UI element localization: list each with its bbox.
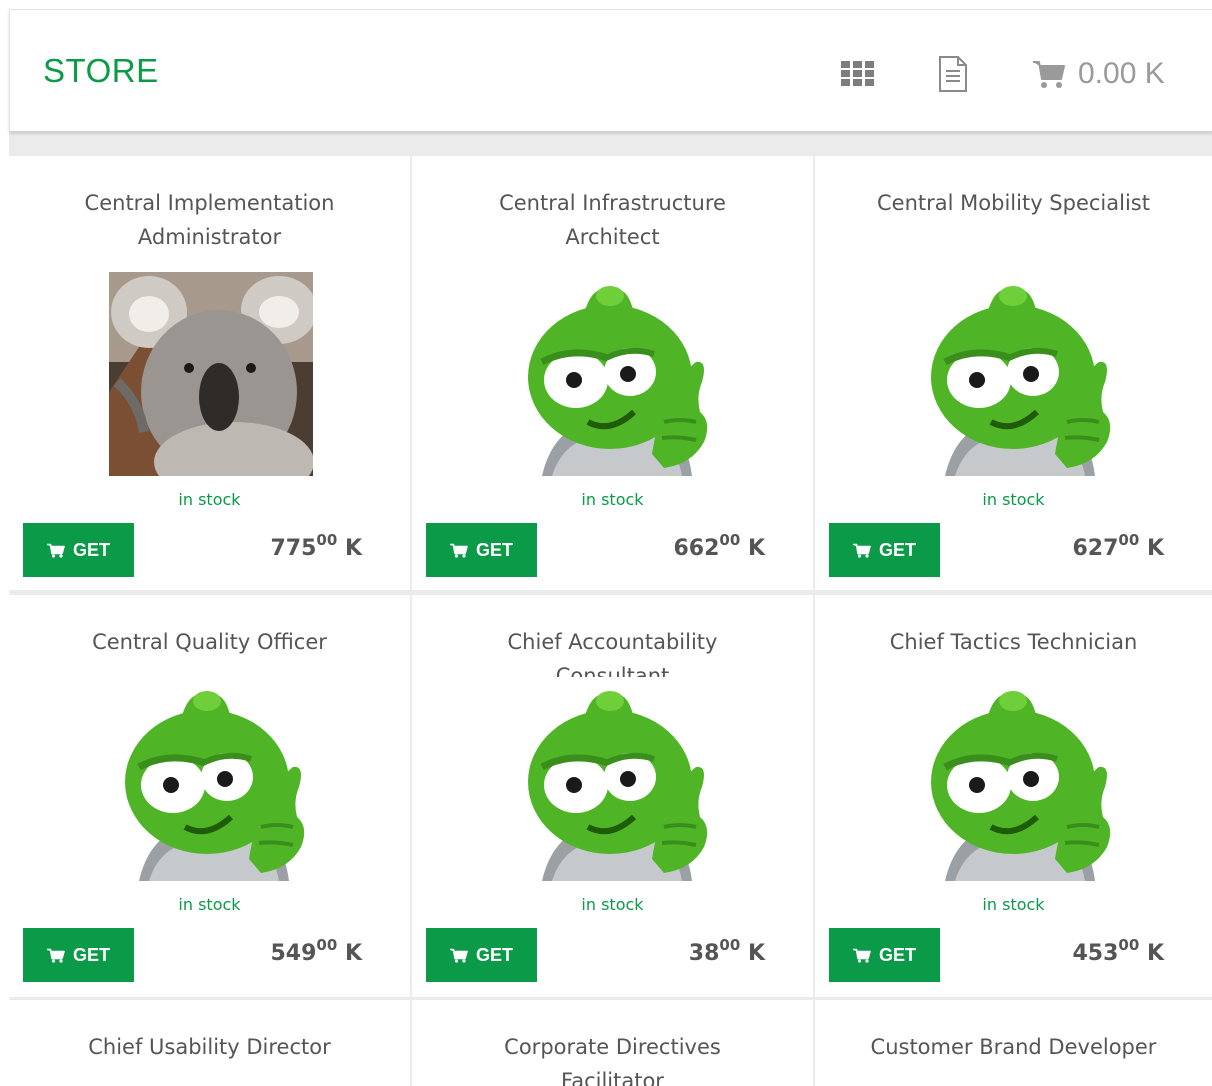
product-image-mascot[interactable]: [109, 677, 313, 881]
product-price: 45300 K: [1072, 936, 1164, 966]
price-cents: 00: [719, 531, 741, 549]
cart-total: 0.00 K: [1078, 57, 1165, 90]
get-button-label: GET: [72, 944, 110, 965]
get-button-label: GET: [475, 944, 513, 965]
get-button[interactable]: GET: [426, 523, 537, 577]
product-card[interactable]: Chief Usability Director: [9, 1000, 410, 1086]
product-image-mascot[interactable]: [512, 677, 716, 881]
product-price: 66200 K: [673, 531, 765, 561]
price-currency: K: [1146, 536, 1164, 561]
price-cents: 00: [1118, 936, 1140, 954]
get-button[interactable]: GET: [23, 928, 134, 982]
product-card[interactable]: Central Quality Officer in stock GET 54900…: [9, 595, 410, 997]
left-margin: [0, 0, 9, 1086]
page-title: STORE: [43, 52, 159, 89]
stock-status: in stock: [178, 895, 241, 914]
stock-status: in stock: [581, 895, 644, 914]
get-button-label: GET: [475, 539, 513, 560]
product-price: 3800 K: [689, 936, 765, 966]
price-main: 38: [688, 941, 720, 966]
stock-status: in stock: [982, 490, 1045, 509]
product-card[interactable]: Central Infrastructure Architect in stoc…: [412, 156, 813, 590]
product-title[interactable]: Customer Brand Developer: [815, 1030, 1212, 1064]
store-header: STORE 0.00 K: [9, 9, 1212, 131]
get-button[interactable]: GET: [829, 928, 940, 982]
store-page: STORE 0.00 K Central Implementation Admi…: [0, 0, 1212, 1086]
price-cents: 00: [316, 936, 338, 954]
product-card[interactable]: Central Mobility Specialist in stock GET 6…: [815, 156, 1212, 590]
get-button[interactable]: GET: [829, 523, 940, 577]
price-currency: K: [747, 941, 765, 966]
product-image-mascot[interactable]: [915, 272, 1119, 476]
document-icon[interactable]: [937, 56, 969, 92]
price-currency: K: [344, 941, 362, 966]
price-cents: 00: [1118, 531, 1140, 549]
product-image-mascot[interactable]: [512, 272, 716, 476]
product-image-mascot[interactable]: [915, 677, 1119, 881]
top-margin: [0, 0, 1212, 9]
price-main: 775: [270, 536, 317, 561]
product-title[interactable]: Central Quality Officer: [9, 625, 410, 659]
product-price: 62700 K: [1072, 531, 1164, 561]
product-price: 54900 K: [270, 936, 362, 966]
stock-status: in stock: [581, 490, 644, 509]
product-grid: Central Implementation Administrator in …: [9, 156, 1212, 1086]
product-image-koala[interactable]: [109, 272, 313, 476]
product-card[interactable]: Corporate Directives Facilitator: [412, 1000, 813, 1086]
product-title[interactable]: Central Infrastructure Architect: [412, 186, 813, 254]
price-currency: K: [344, 536, 362, 561]
price-main: 627: [1072, 536, 1119, 561]
get-button-label: GET: [72, 539, 110, 560]
product-card[interactable]: Chief Tactics Technician in stock GET 4530…: [815, 595, 1212, 997]
product-card[interactable]: Chief Accountability Consultant in stock…: [412, 595, 813, 997]
get-button[interactable]: GET: [23, 523, 134, 577]
product-title[interactable]: Central Mobility Specialist: [815, 186, 1212, 220]
product-price: 77500 K: [270, 531, 362, 561]
product-title[interactable]: Chief Tactics Technician: [815, 625, 1212, 659]
price-main: 549: [270, 941, 317, 966]
product-card[interactable]: Customer Brand Developer: [815, 1000, 1212, 1086]
price-currency: K: [747, 536, 765, 561]
get-button-label: GET: [878, 539, 916, 560]
price-currency: K: [1146, 941, 1164, 966]
stock-status: in stock: [178, 490, 241, 509]
product-title[interactable]: Central Implementation Administrator: [9, 186, 410, 254]
price-cents: 00: [316, 531, 338, 549]
price-main: 453: [1072, 941, 1119, 966]
product-card[interactable]: Central Implementation Administrator in …: [9, 156, 410, 590]
cart-button[interactable]: 0.00 K: [1032, 54, 1165, 94]
get-button-label: GET: [878, 944, 916, 965]
get-button[interactable]: GET: [426, 928, 537, 982]
price-cents: 00: [719, 936, 741, 954]
cart-icon: [1033, 61, 1065, 88]
price-main: 662: [673, 536, 720, 561]
stock-status: in stock: [982, 895, 1045, 914]
product-title[interactable]: Corporate Directives Facilitator: [412, 1030, 813, 1086]
grid-view-icon[interactable]: [841, 61, 875, 87]
product-title[interactable]: Chief Usability Director: [9, 1030, 410, 1064]
